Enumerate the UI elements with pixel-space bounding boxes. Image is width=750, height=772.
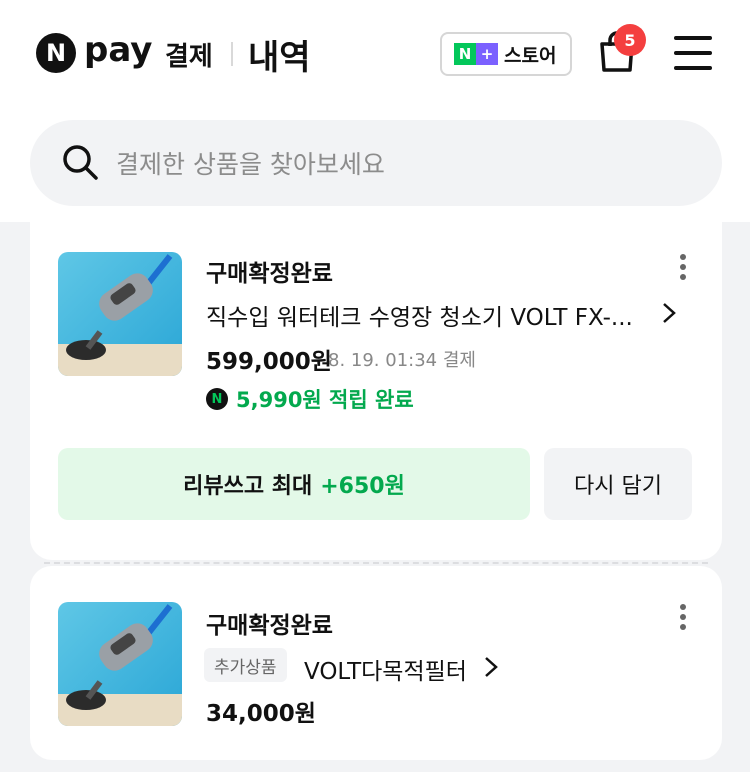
order-date: 8. 19. 01:34 결제 (328, 350, 476, 371)
chevron-right-icon[interactable] (484, 656, 498, 678)
reward-status: 5,990원 적립 완료 (236, 388, 414, 412)
product-price: 599,000원 (206, 349, 332, 375)
search-icon (63, 145, 98, 180)
chevron-right-icon[interactable] (662, 302, 676, 324)
product-thumbnail[interactable] (58, 602, 182, 726)
naver-plus-store-icon: N + (454, 43, 498, 65)
product-name-link[interactable]: VOLT다목적필터 (304, 652, 467, 686)
page-title: 내역 (248, 38, 311, 78)
order-card: 구매확정완료 직수입 워터테크 수영장 청소기 VOLT FX-... 599,… (30, 222, 722, 560)
search-input[interactable]: 결제한 상품을 찾아보세요 (116, 145, 385, 181)
write-review-button[interactable]: 리뷰쓰고 최대 +650원 (58, 448, 530, 520)
cart-count-badge: 5 (614, 24, 646, 56)
menu-icon[interactable] (674, 36, 712, 70)
review-label: 리뷰쓰고 최대 (183, 474, 313, 499)
store-label: 스토어 (504, 44, 557, 67)
logo-divider (231, 42, 233, 66)
logo-sub-text[interactable]: 결제 (165, 36, 213, 73)
app-header: N pay 결제 내역 N + 스토어 5 결제한 상품을 찾아보세요 (0, 0, 750, 222)
naver-pay-point-icon: N (206, 388, 228, 410)
more-vertical-icon[interactable] (680, 604, 688, 632)
product-name-link[interactable]: 직수입 워터테크 수영장 청소기 VOLT FX-... (206, 298, 633, 332)
store-button[interactable]: N + 스토어 (440, 32, 572, 76)
add-to-cart-again-button[interactable]: 다시 담기 (544, 448, 692, 520)
review-amount: +650원 (320, 474, 405, 499)
card-divider (44, 562, 708, 564)
order-status: 구매확정완료 (206, 613, 333, 639)
logo-pay-text[interactable]: pay (84, 30, 152, 70)
naver-logo-icon[interactable]: N (36, 33, 76, 73)
product-price: 34,000원 (206, 701, 316, 727)
order-status: 구매확정완료 (206, 261, 333, 287)
search-bar[interactable]: 결제한 상품을 찾아보세요 (30, 120, 722, 206)
product-thumbnail[interactable] (58, 252, 182, 376)
order-card: 구매확정완료 추가상품 VOLT다목적필터 34,000원 (30, 566, 722, 760)
more-vertical-icon[interactable] (680, 254, 688, 282)
additional-item-tag: 추가상품 (204, 648, 287, 682)
